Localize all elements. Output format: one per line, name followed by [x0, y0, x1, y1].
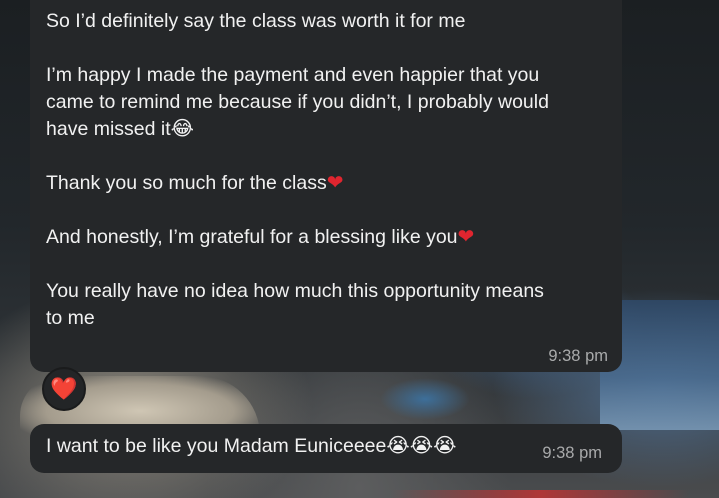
- message-line: You really have no idea how much this op…: [46, 280, 544, 302]
- message-line: So I’d definitely say the class was wort…: [46, 10, 466, 32]
- crying-emoji-icon: 😭😭😭: [386, 435, 457, 457]
- message-line: I’m happy I made the payment and even ha…: [46, 64, 540, 86]
- message-line: to me: [46, 307, 95, 329]
- message-bubble-incoming[interactable]: So I’d definitely say the class was wort…: [30, 0, 622, 372]
- message-line: came to remind me because if you didn’t,…: [46, 91, 549, 113]
- heart-emoji-icon: ❤: [326, 172, 344, 194]
- message-timestamp: 9:38 pm: [548, 347, 608, 365]
- message-line: And honestly, I’m grateful for a blessin…: [46, 226, 475, 248]
- message-bubble-incoming[interactable]: I want to be like you Madam Euniceeee😭😭😭…: [30, 424, 622, 473]
- heart-emoji-icon: ❤: [457, 226, 475, 248]
- message-timestamp: 9:38 pm: [542, 444, 602, 462]
- message-line: have missed it😂: [46, 118, 195, 140]
- wallpaper-red-light: [390, 490, 690, 498]
- message-line: I want to be like you Madam Euniceeee😭😭😭: [46, 435, 457, 457]
- heart-reaction-icon[interactable]: ❤️: [42, 367, 86, 411]
- wallpaper-lights: [380, 378, 470, 420]
- message-line: Thank you so much for the class❤: [46, 172, 344, 194]
- laughing-emoji-icon: 😂: [170, 118, 195, 140]
